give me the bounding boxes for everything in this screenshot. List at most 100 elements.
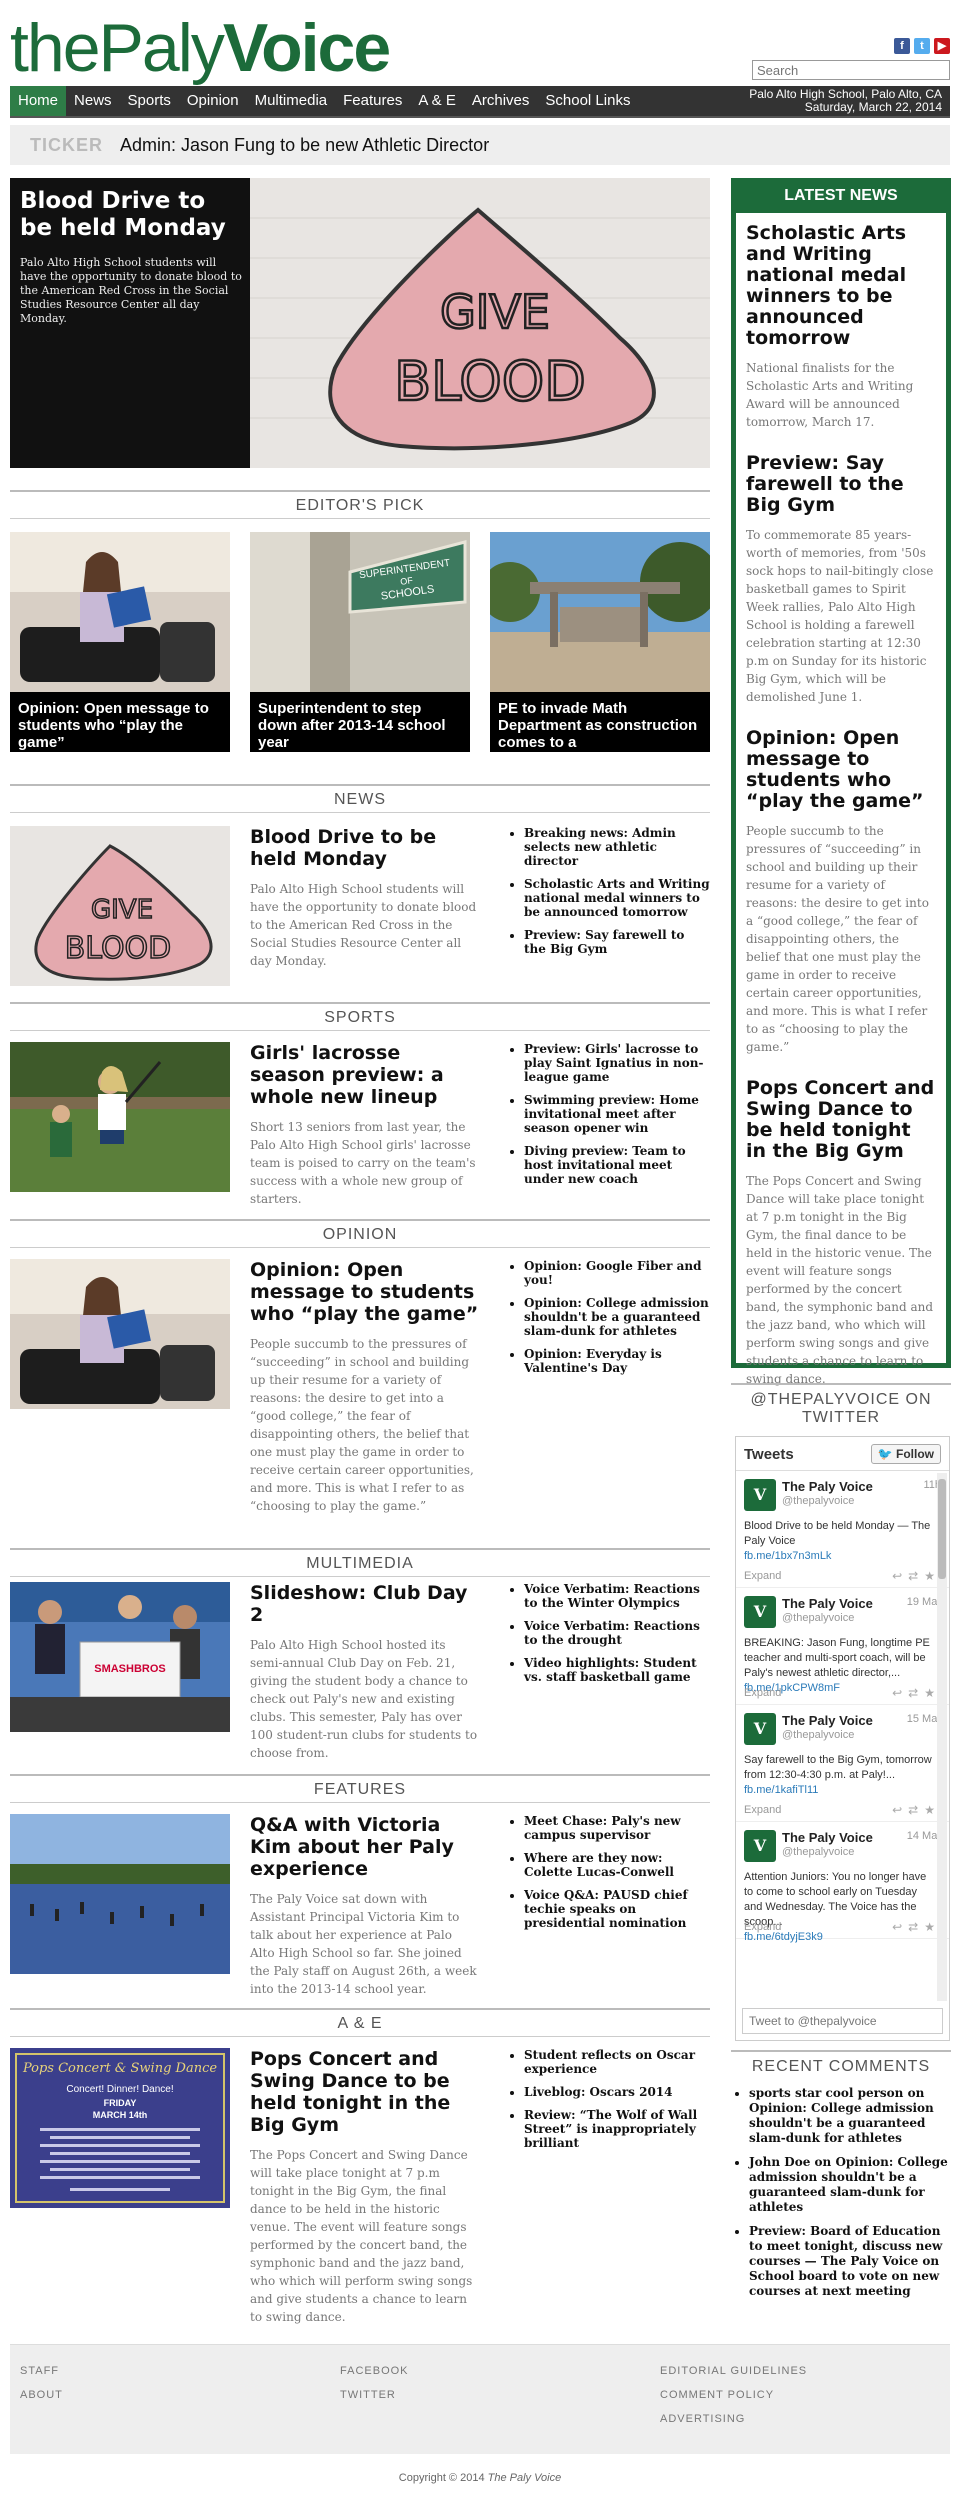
nav-features[interactable]: Features — [335, 86, 410, 116]
news-link[interactable]: Breaking news: Admin selects new athleti… — [524, 826, 710, 868]
tweet-handle[interactable]: @thepalyvoice — [782, 1846, 854, 1858]
sports-link[interactable]: Diving preview: Team to host invitationa… — [524, 1144, 710, 1186]
editors-pick-item[interactable]: SUPERINTENDENT OF SCHOOLS Superintendent… — [250, 532, 470, 752]
tweet-time[interactable]: 15 Mar — [907, 1713, 941, 1725]
sports-thumbnail[interactable] — [10, 1042, 230, 1202]
features-link[interactable]: Where are they now: Colette Lucas-Conwel… — [524, 1851, 710, 1879]
tweet-expand[interactable]: Expand — [744, 1921, 781, 1933]
features-thumbnail[interactable] — [10, 1814, 230, 1974]
tweet[interactable]: V The Paly Voice @thepalyvoice 14 Mar At… — [736, 1822, 949, 1943]
footer-link-facebook[interactable]: FACEBOOK — [340, 2365, 409, 2377]
tweet-link[interactable]: fb.me/1kafiTl11 — [744, 1784, 818, 1796]
editors-pick-caption[interactable]: Opinion: Open message to students who “p… — [10, 692, 230, 752]
tweet-time[interactable]: 19 Mar — [907, 1596, 941, 1608]
opinion-thumbnail[interactable] — [10, 1259, 230, 1419]
sports-link[interactable]: Swimming preview: Home invitational meet… — [524, 1093, 710, 1135]
tweet-author[interactable]: The Paly Voice — [782, 1830, 873, 1845]
tweet-expand[interactable]: Expand — [744, 1687, 781, 1699]
multimedia-link[interactable]: Video highlights: Student vs. staff bask… — [524, 1656, 710, 1684]
retweet-icon[interactable]: ⇄ — [908, 1569, 924, 1583]
site-logo[interactable]: thePalyVoice — [10, 12, 391, 84]
features-link[interactable]: Meet Chase: Paly's new campus supervisor — [524, 1814, 710, 1842]
tweet[interactable]: V The Paly Voice @thepalyvoice 11h Blood… — [736, 1471, 949, 1588]
multimedia-thumbnail[interactable]: SMASHBROS — [10, 1582, 230, 1742]
follow-button[interactable]: 🐦 Follow — [870, 1444, 941, 1464]
opinion-link[interactable]: Opinion: Google Fiber and you! — [524, 1259, 710, 1287]
opinion-lead-title[interactable]: Opinion: Open message to students who “p… — [250, 1259, 480, 1325]
recent-comment[interactable]: John Doe on Opinion: College admission s… — [749, 2155, 950, 2215]
tweet-time[interactable]: 14 Mar — [907, 1830, 941, 1842]
tweet-author[interactable]: The Paly Voice — [782, 1596, 873, 1611]
scrollbar-thumb[interactable] — [938, 1479, 946, 1579]
tweet-author[interactable]: The Paly Voice — [782, 1713, 873, 1728]
nav-ae[interactable]: A & E — [410, 86, 464, 116]
ae-link[interactable]: Review: “The Wolf of Wall Street” is ina… — [524, 2108, 710, 2150]
news-link[interactable]: Preview: Say farewell to the Big Gym — [524, 928, 710, 956]
footer-link-advertising[interactable]: ADVERTISING — [660, 2413, 807, 2425]
retweet-icon[interactable]: ⇄ — [908, 1803, 924, 1817]
tweet-expand[interactable]: Expand — [744, 1570, 781, 1582]
youtube-icon[interactable]: ▶ — [934, 38, 950, 54]
reply-icon[interactable]: ↩ — [892, 1686, 908, 1700]
features-link[interactable]: Voice Q&A: PAUSD chief techie speaks on … — [524, 1888, 710, 1930]
opinion-link[interactable]: Opinion: College admission shouldn't be … — [524, 1296, 710, 1338]
footer-link-editorial-guidelines[interactable]: EDITORIAL GUIDELINES — [660, 2365, 807, 2377]
tweet-author[interactable]: The Paly Voice — [782, 1479, 873, 1494]
news-lead-title[interactable]: Blood Drive to be held Monday — [250, 826, 480, 870]
search-input[interactable] — [752, 60, 950, 80]
opinion-link[interactable]: Opinion: Everyday is Valentine's Day — [524, 1347, 710, 1375]
tweet-handle[interactable]: @thepalyvoice — [782, 1495, 854, 1507]
nav-home[interactable]: Home — [10, 86, 67, 116]
twitter-icon[interactable]: t — [914, 38, 930, 54]
avatar[interactable]: V — [744, 1479, 776, 1511]
latest-news-title[interactable]: Preview: Say farewell to the Big Gym — [746, 453, 936, 516]
avatar[interactable]: V — [744, 1713, 776, 1745]
retweet-icon[interactable]: ⇄ — [908, 1920, 924, 1934]
reply-icon[interactable]: ↩ — [892, 1569, 908, 1583]
footer-link-comment-policy[interactable]: COMMENT POLICY — [660, 2389, 807, 2401]
ae-link[interactable]: Student reflects on Oscar experience — [524, 2048, 710, 2076]
editors-pick-item[interactable]: PE to invade Math Department as construc… — [490, 532, 710, 752]
avatar[interactable]: V — [744, 1596, 776, 1628]
sports-lead-title[interactable]: Girls' lacrosse season preview: a whole … — [250, 1042, 480, 1108]
tweet[interactable]: V The Paly Voice @thepalyvoice 19 Mar BR… — [736, 1588, 949, 1705]
ae-lead-title[interactable]: Pops Concert and Swing Dance to be held … — [250, 2048, 480, 2136]
nav-news[interactable]: News — [66, 86, 120, 116]
nav-sports[interactable]: Sports — [120, 86, 179, 116]
ticker-headline[interactable]: Admin: Jason Fung to be new Athletic Dir… — [120, 135, 489, 156]
facebook-icon[interactable]: f — [894, 38, 910, 54]
featured-story[interactable]: Blood Drive to be held Monday Palo Alto … — [10, 178, 710, 468]
multimedia-lead-title[interactable]: Slideshow: Club Day 2 — [250, 1582, 480, 1626]
avatar[interactable]: V — [744, 1830, 776, 1862]
reply-icon[interactable]: ↩ — [892, 1920, 908, 1934]
nav-archives[interactable]: Archives — [464, 86, 538, 116]
reply-icon[interactable]: ↩ — [892, 1803, 908, 1817]
tweet-input[interactable]: Tweet to @thepalyvoice — [742, 2008, 943, 2034]
tweet-expand[interactable]: Expand — [744, 1804, 781, 1816]
footer-link-about[interactable]: ABOUT — [20, 2389, 63, 2401]
multimedia-link[interactable]: Voice Verbatim: Reactions to the drought — [524, 1619, 710, 1647]
news-thumbnail[interactable]: GIVE BLOOD — [10, 826, 230, 986]
give-blood-image[interactable]: GIVE BLOOD — [250, 178, 710, 468]
editors-pick-item[interactable]: Opinion: Open message to students who “p… — [10, 532, 230, 752]
ae-link[interactable]: Liveblog: Oscars 2014 — [524, 2085, 710, 2099]
tweet-handle[interactable]: @thepalyvoice — [782, 1729, 854, 1741]
features-lead-title[interactable]: Q&A with Victoria Kim about her Paly exp… — [250, 1814, 480, 1880]
footer-link-twitter[interactable]: TWITTER — [340, 2389, 409, 2401]
recent-comment[interactable]: Preview: Board of Education to meet toni… — [749, 2224, 950, 2299]
latest-news-title[interactable]: Opinion: Open message to students who “p… — [746, 728, 936, 812]
tweets-scrollbar[interactable] — [937, 1473, 947, 2001]
latest-news-title[interactable]: Pops Concert and Swing Dance to be held … — [746, 1078, 936, 1162]
featured-story-title[interactable]: Blood Drive to be held Monday — [20, 188, 245, 242]
ae-thumbnail[interactable]: Pops Concert & Swing Dance Concert! Dinn… — [10, 2048, 230, 2208]
retweet-icon[interactable]: ⇄ — [908, 1686, 924, 1700]
nav-multimedia[interactable]: Multimedia — [247, 86, 336, 116]
footer-link-staff[interactable]: STAFF — [20, 2365, 63, 2377]
tweet[interactable]: V The Paly Voice @thepalyvoice 15 Mar Sa… — [736, 1705, 949, 1822]
nav-opinion[interactable]: Opinion — [179, 86, 247, 116]
editors-pick-caption[interactable]: PE to invade Math Department as construc… — [490, 692, 710, 752]
tweet-handle[interactable]: @thepalyvoice — [782, 1612, 854, 1624]
sports-link[interactable]: Preview: Girls' lacrosse to play Saint I… — [524, 1042, 710, 1084]
nav-school-links[interactable]: School Links — [537, 86, 638, 116]
news-link[interactable]: Scholastic Arts and Writing national med… — [524, 877, 710, 919]
